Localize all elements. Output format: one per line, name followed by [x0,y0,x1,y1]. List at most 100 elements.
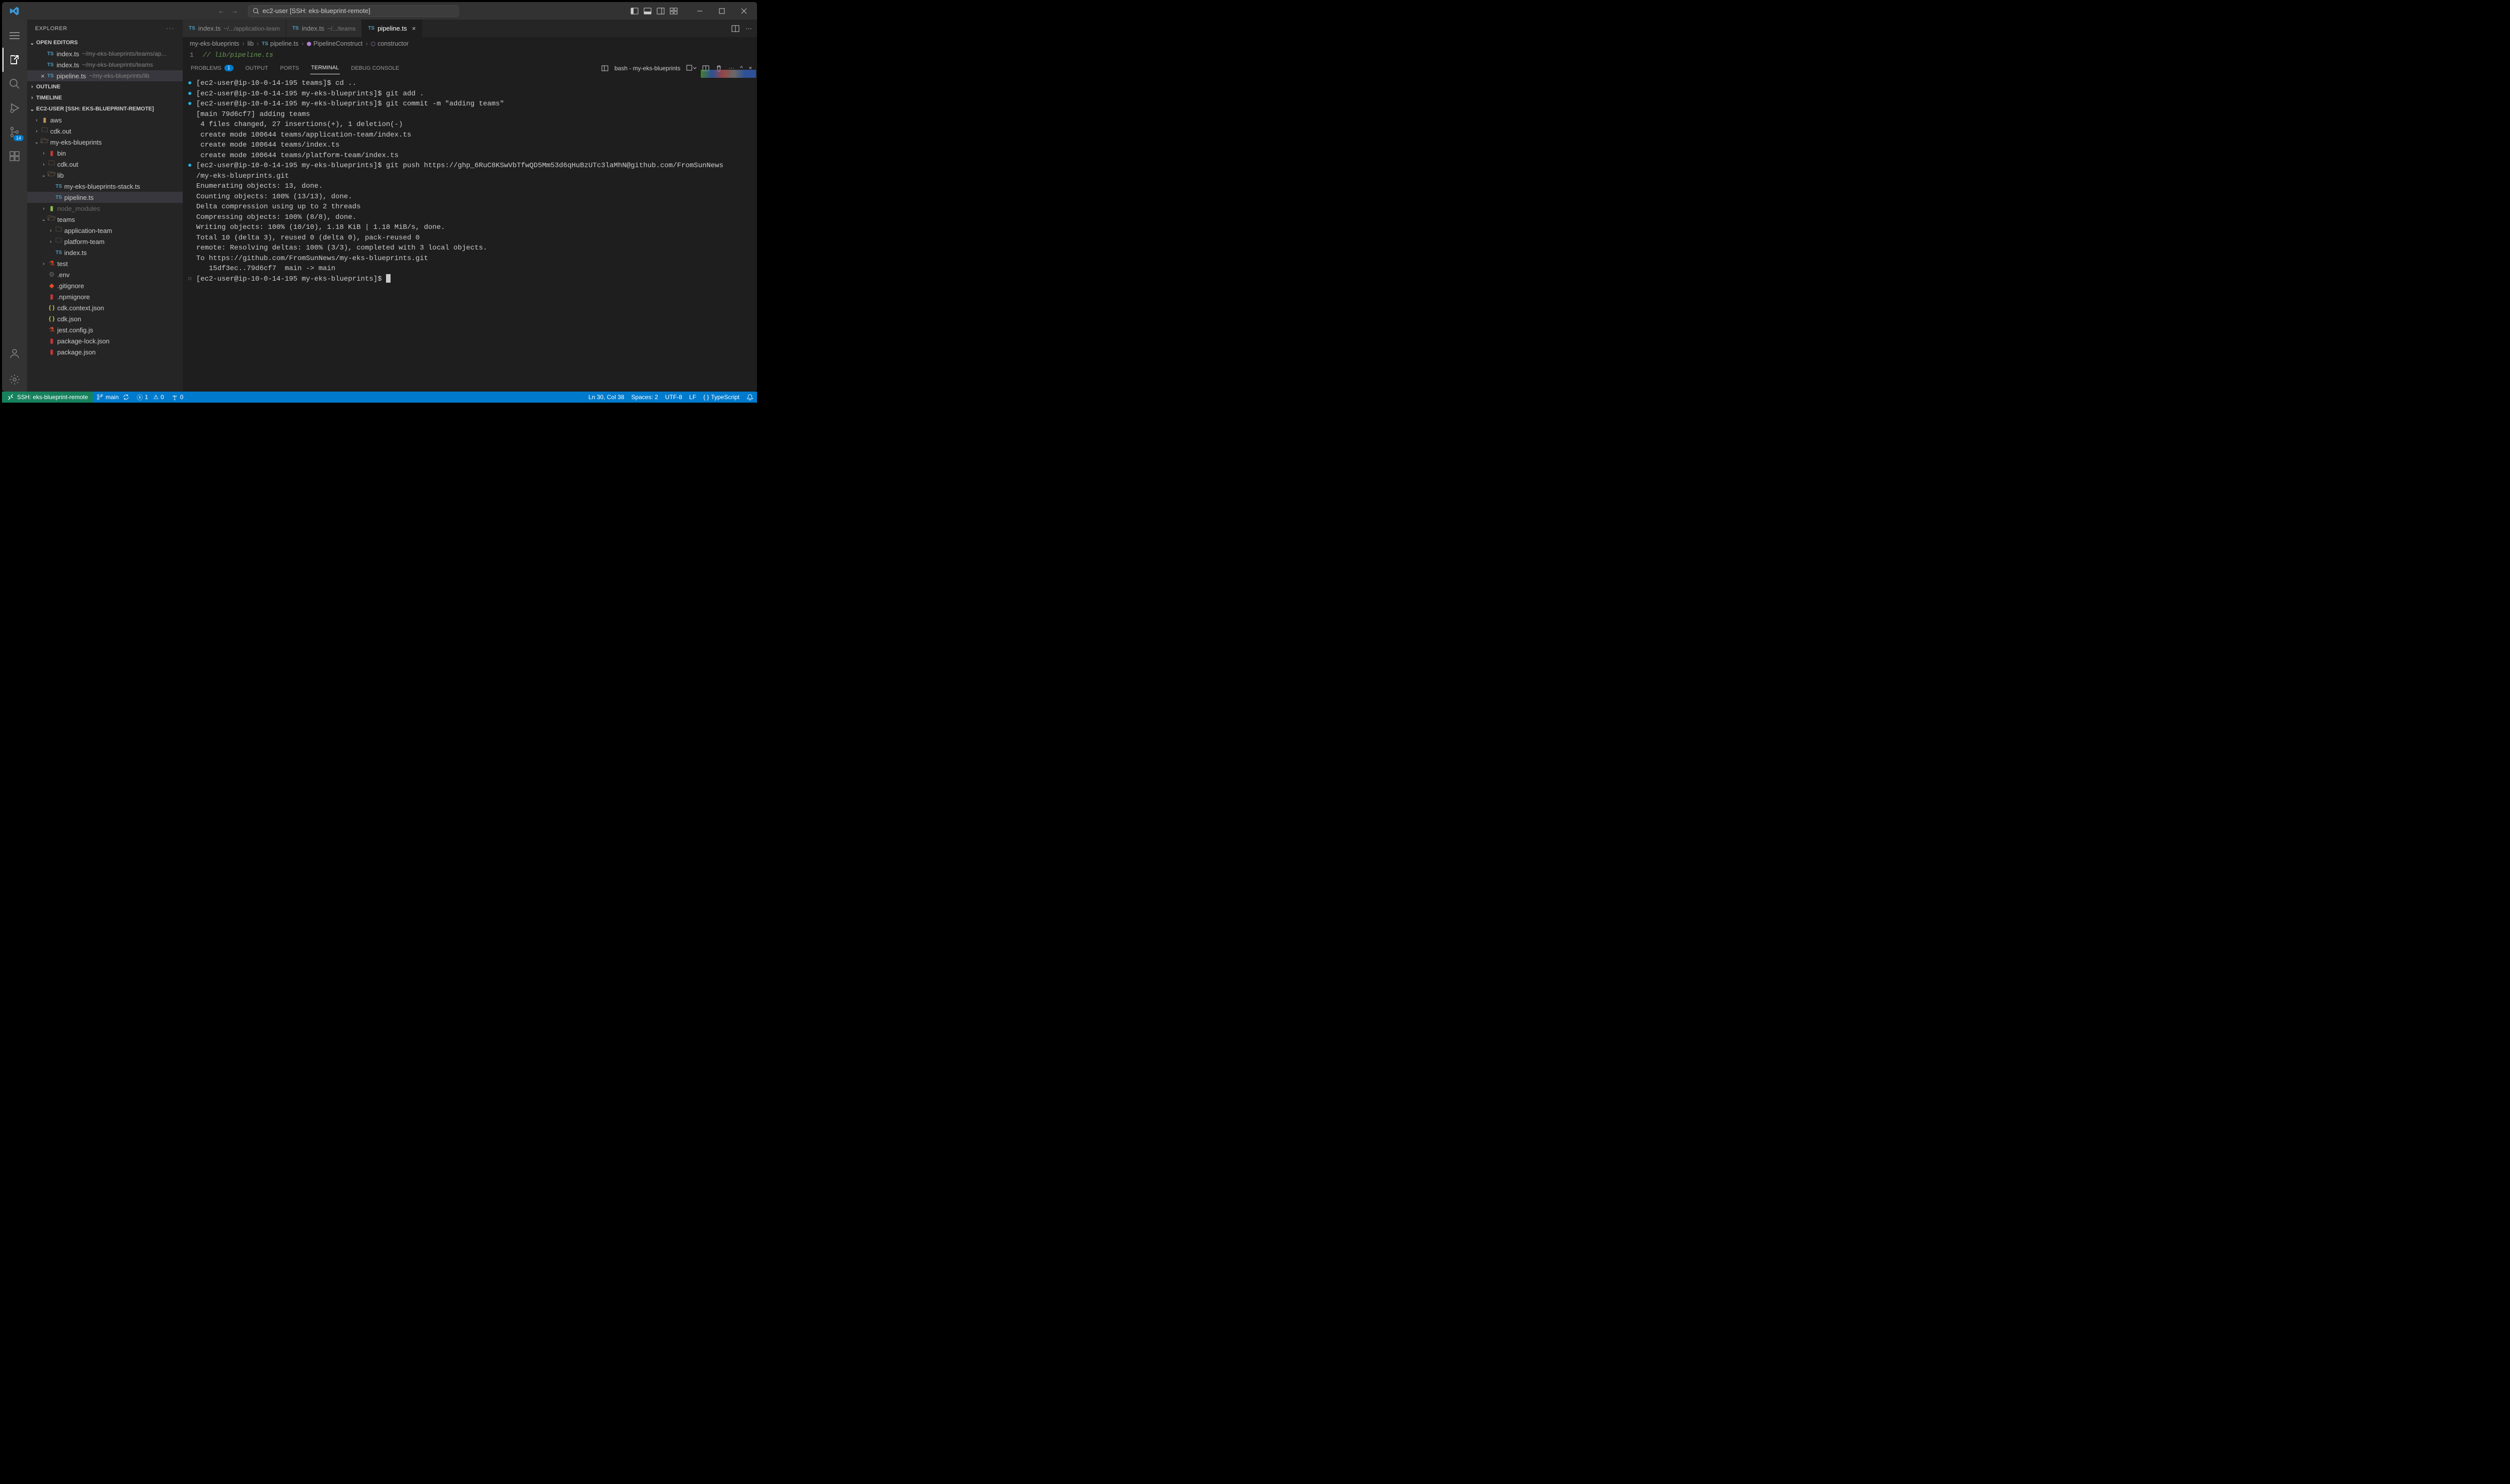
folder-aws-icon: ▮ [40,116,49,124]
tree-folder[interactable]: ›▮node_modules [27,203,183,214]
radio-tower-icon [171,394,178,401]
jest-icon: ⚗ [47,326,56,334]
section-workspace[interactable]: ⌄EC2-USER [SSH: EKS-BLUEPRINT-REMOTE] [27,103,183,114]
tree-file[interactable]: { }cdk.context.json [27,302,183,313]
tree-file[interactable]: ⚗jest.config.js [27,324,183,335]
editor-tab[interactable]: TS index.ts ~/.../application-team [183,20,286,37]
activity-menu-icon[interactable] [3,24,27,48]
tree-file[interactable]: ⚙.env [27,269,183,280]
editor-tab[interactable]: TS index.ts ~/.../teams [286,20,362,37]
tree-folder[interactable]: ›🗀application-team [27,225,183,236]
window-maximize-icon[interactable] [712,2,732,20]
chevron-right-icon: › [40,151,47,156]
status-ports[interactable]: 0 [168,392,187,403]
window-minimize-icon[interactable] [690,2,710,20]
open-editor-item[interactable]: × TS index.ts ~/my-eks-blueprints/teams/… [27,48,183,59]
chevron-down-icon: ⌄ [28,106,36,112]
tree-folder[interactable]: ›⚗test [27,258,183,269]
tree-folder[interactable]: ›🗀cdk.out [27,126,183,137]
tree-file[interactable]: TSpipeline.ts [27,192,183,203]
close-icon[interactable]: × [412,25,416,32]
tree-folder[interactable]: ›▮bin [27,148,183,159]
new-terminal-dropdown-icon[interactable] [686,65,696,72]
customize-layout-icon[interactable] [670,7,678,15]
tree-folder[interactable]: ⌄🗁lib [27,170,183,181]
section-timeline[interactable]: ›TIMELINE [27,92,183,103]
status-encoding[interactable]: UTF-8 [662,394,686,401]
tree-file[interactable]: ▮.npmignore [27,291,183,302]
window-close-icon[interactable] [734,2,754,20]
folder-test-icon: ⚗ [47,260,56,268]
nav-back-icon[interactable]: ← [218,7,224,15]
explorer-more-icon[interactable]: ··· [166,26,175,32]
editor-area: TS index.ts ~/.../application-team TS in… [183,20,757,392]
panel-tab-debug-console[interactable]: DEBUG CONSOLE [350,62,400,74]
typescript-icon: TS [262,41,269,47]
folder-open-icon: 🗁 [40,137,49,148]
status-eol[interactable]: LF [686,394,700,401]
activity-search-icon[interactable] [3,72,27,96]
tree-file[interactable]: ◆.gitignore [27,280,183,291]
status-bar: SSH: eks-blueprint-remote main ⓧ1 ⚠0 0 L… [2,392,757,403]
panel-tab-terminal[interactable]: TERMINAL [310,62,340,74]
tree-folder[interactable]: ›🗀cdk.out [27,159,183,170]
tree-file[interactable]: { }cdk.json [27,313,183,324]
activity-source-control-icon[interactable]: 14 [3,120,27,144]
typescript-icon: TS [292,26,299,31]
breadcrumb[interactable]: my-eks-blueprints› lib› TS pipeline.ts› … [183,37,757,50]
explorer-sidebar: EXPLORER ··· ⌄OPEN EDITORS × TS index.ts… [27,20,183,392]
status-notifications-icon[interactable] [743,394,757,401]
open-editor-item[interactable]: × TS index.ts ~/my-eks-blueprints/teams [27,59,183,70]
editor-content[interactable]: 1 // lib/pipeline.ts [183,50,757,59]
editor-tab[interactable]: TS pipeline.ts × [362,20,422,37]
typescript-icon: TS [47,51,54,57]
panel: PROBLEMS 1 OUTPUT PORTS TERMINAL DEBUG C… [183,59,757,392]
status-branch[interactable]: main [93,392,133,403]
activity-extensions-icon[interactable] [3,144,27,168]
tree-folder[interactable]: ›▮aws [27,114,183,126]
npm-icon: ▮ [47,348,56,356]
sync-icon [122,394,130,401]
command-center-search[interactable]: ec2-user [SSH: eks-blueprint-remote] [248,5,459,17]
layout-sidebar-right-icon[interactable] [657,7,665,15]
activity-explorer-icon[interactable] [3,48,27,72]
activity-settings-icon[interactable] [3,367,27,392]
tree-file[interactable]: ▮package-lock.json [27,335,183,346]
panel-tab-ports[interactable]: PORTS [279,62,300,74]
open-editor-item[interactable]: × TS pipeline.ts ~/my-eks-blueprints/lib [27,70,183,81]
gear-icon: ⚙ [47,271,56,279]
chevron-down-icon: ⌄ [40,217,47,222]
chevron-right-icon: › [40,261,47,267]
status-language[interactable]: { }TypeScript [700,394,743,401]
typescript-icon: TS [368,26,374,31]
section-open-editors[interactable]: ⌄OPEN EDITORS [27,37,183,48]
title-bar: ← → ec2-user [SSH: eks-blueprint-remote] [2,2,757,20]
terminal-profile-icon[interactable] [601,65,608,72]
status-problems[interactable]: ⓧ1 ⚠0 [133,392,167,403]
split-editor-icon[interactable] [731,25,739,33]
activity-run-debug-icon[interactable] [3,96,27,120]
layout-sidebar-left-icon[interactable] [631,7,639,15]
section-outline[interactable]: ›OUTLINE [27,81,183,92]
close-icon[interactable]: × [38,72,47,80]
tree-folder[interactable]: ⌄🗁teams [27,214,183,225]
panel-tab-problems[interactable]: PROBLEMS 1 [190,62,234,74]
terminal-name[interactable]: bash - my-eks-blueprints [614,65,680,72]
tree-file[interactable]: TSmy-eks-blueprints-stack.ts [27,181,183,192]
activity-accounts-icon[interactable] [3,341,27,365]
nav-forward-icon[interactable]: → [231,7,238,15]
layout-panel-bottom-icon[interactable] [644,7,652,15]
panel-tab-output[interactable]: OUTPUT [244,62,269,74]
vscode-logo-icon [2,6,27,16]
more-actions-icon[interactable]: ··· [745,25,752,32]
status-remote[interactable]: SSH: eks-blueprint-remote [2,392,93,403]
tree-file[interactable]: TSindex.ts [27,247,183,258]
npm-icon: ▮ [47,293,56,301]
status-indentation[interactable]: Spaces: 2 [628,394,662,401]
chevron-right-icon: › [28,84,36,90]
tree-file[interactable]: ▮package.json [27,346,183,357]
terminal-content[interactable]: ● [ec2-user@ip-10-0-14-195 teams]$ cd ..… [183,76,757,392]
status-cursor-position[interactable]: Ln 30, Col 38 [585,394,628,401]
tree-folder[interactable]: ⌄🗁my-eks-blueprints [27,137,183,148]
tree-folder[interactable]: ›🗀platform-team [27,236,183,247]
